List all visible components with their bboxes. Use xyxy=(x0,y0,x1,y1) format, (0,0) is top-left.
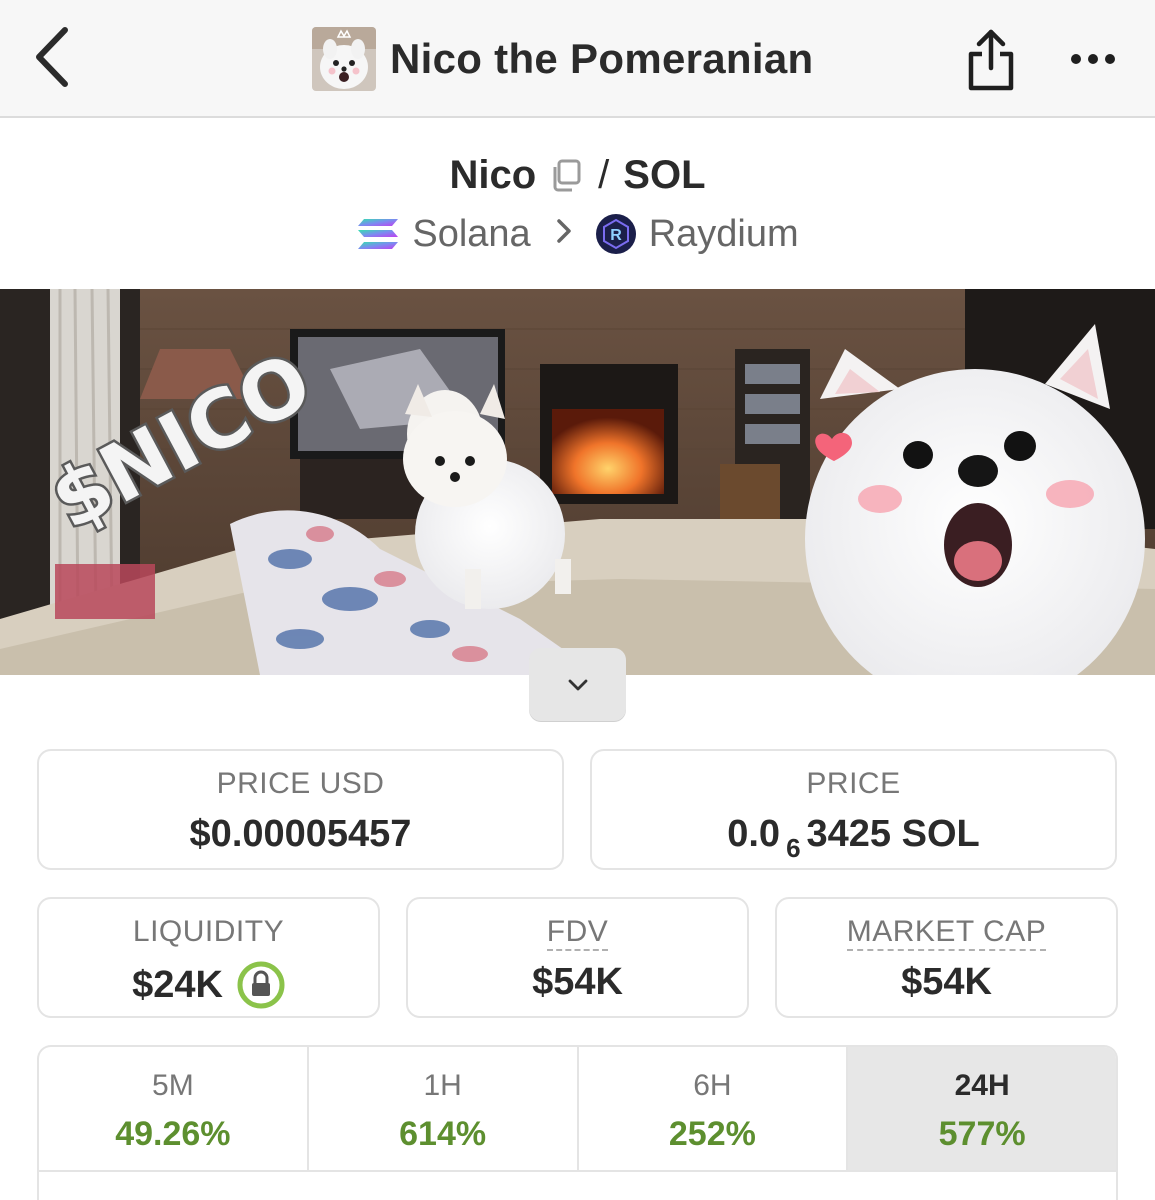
price-usd-value: $0.00005457 xyxy=(189,813,412,855)
chevron-down-icon xyxy=(568,679,587,690)
tab-label: 5M xyxy=(152,1069,194,1102)
solana-logo-icon xyxy=(358,219,399,249)
more-horizontal-icon xyxy=(1071,54,1115,64)
dex-link[interactable]: Raydium xyxy=(649,213,799,256)
base-token-symbol: Nico xyxy=(449,152,537,197)
token-banner-image[interactable]: $NICO xyxy=(0,289,1155,675)
tab-label: 6H xyxy=(693,1069,732,1102)
tab-label: 24H xyxy=(954,1069,1010,1102)
fdv-value: $54K xyxy=(532,961,623,1003)
tab-6h[interactable]: 6H 252% xyxy=(579,1047,849,1170)
more-button[interactable] xyxy=(1064,34,1124,84)
liquidity-value-row: $24K xyxy=(39,961,378,1009)
tab-label: 1H xyxy=(423,1069,462,1102)
top-bar: Nico the Pomeranian xyxy=(0,0,1155,118)
fdv-card: FDV $54K xyxy=(406,897,749,1018)
fdv-label-wrap: FDV xyxy=(408,915,747,951)
expand-banner-button[interactable] xyxy=(529,648,626,721)
price-native-value: 0.0 6 3425 SOL xyxy=(592,813,1115,863)
fdv-label[interactable]: FDV xyxy=(546,915,609,951)
tab-5m[interactable]: 5M 49.26% xyxy=(39,1047,309,1170)
price-native-zero-count: 6 xyxy=(786,833,801,863)
price-usd-label: PRICE USD xyxy=(216,767,385,800)
tab-1h[interactable]: 1H 614% xyxy=(309,1047,579,1170)
page-title: Nico the Pomeranian xyxy=(390,35,814,82)
token-avatar xyxy=(312,27,376,91)
pair-separator: / xyxy=(598,152,610,197)
tab-change: 614% xyxy=(399,1115,487,1153)
market-cap-value: $54K xyxy=(901,961,992,1003)
lock-icon[interactable] xyxy=(237,961,285,1009)
price-usd-card: PRICE USD $0.00005457 xyxy=(37,749,564,870)
liquidity-card: LIQUIDITY $24K xyxy=(37,897,380,1018)
tab-change: 577% xyxy=(938,1115,1026,1153)
quote-token-symbol: SOL xyxy=(623,152,706,197)
chain-breadcrumb: Solana R Raydium xyxy=(0,208,1155,260)
price-native-label: PRICE xyxy=(806,767,901,800)
chevron-right-icon xyxy=(555,215,573,254)
share-button[interactable] xyxy=(962,26,1020,94)
market-cap-label-wrap: MARKET CAP xyxy=(777,915,1116,951)
back-button[interactable] xyxy=(28,22,78,92)
price-native-suffix: 3425 SOL xyxy=(806,813,980,855)
market-cap-card: MARKET CAP $54K xyxy=(775,897,1118,1018)
price-native-prefix: 0.0 xyxy=(727,813,781,855)
share-icon xyxy=(968,29,1014,91)
liquidity-value: $24K xyxy=(132,963,223,1006)
timeframe-tabs: 5M 49.26% 1H 614% 6H 252% 24H 577% xyxy=(37,1045,1118,1170)
title-group: Nico the Pomeranian xyxy=(312,27,813,91)
market-cap-label[interactable]: MARKET CAP xyxy=(846,915,1047,951)
raydium-logo-icon: R xyxy=(595,214,636,254)
price-native-card: PRICE 0.0 6 3425 SOL xyxy=(590,749,1117,870)
liquidity-label: LIQUIDITY xyxy=(132,915,285,948)
stats-panel-continuation xyxy=(37,1170,1118,1200)
svg-text:R: R xyxy=(610,227,622,244)
tab-24h[interactable]: 24H 577% xyxy=(848,1047,1116,1170)
copy-icon[interactable] xyxy=(548,157,584,193)
tab-change: 252% xyxy=(668,1115,756,1153)
tab-change: 49.26% xyxy=(115,1115,231,1153)
pair-title: Nico / SOL xyxy=(0,150,1155,200)
chevron-left-icon xyxy=(36,27,68,87)
chain-link[interactable]: Solana xyxy=(412,213,530,256)
